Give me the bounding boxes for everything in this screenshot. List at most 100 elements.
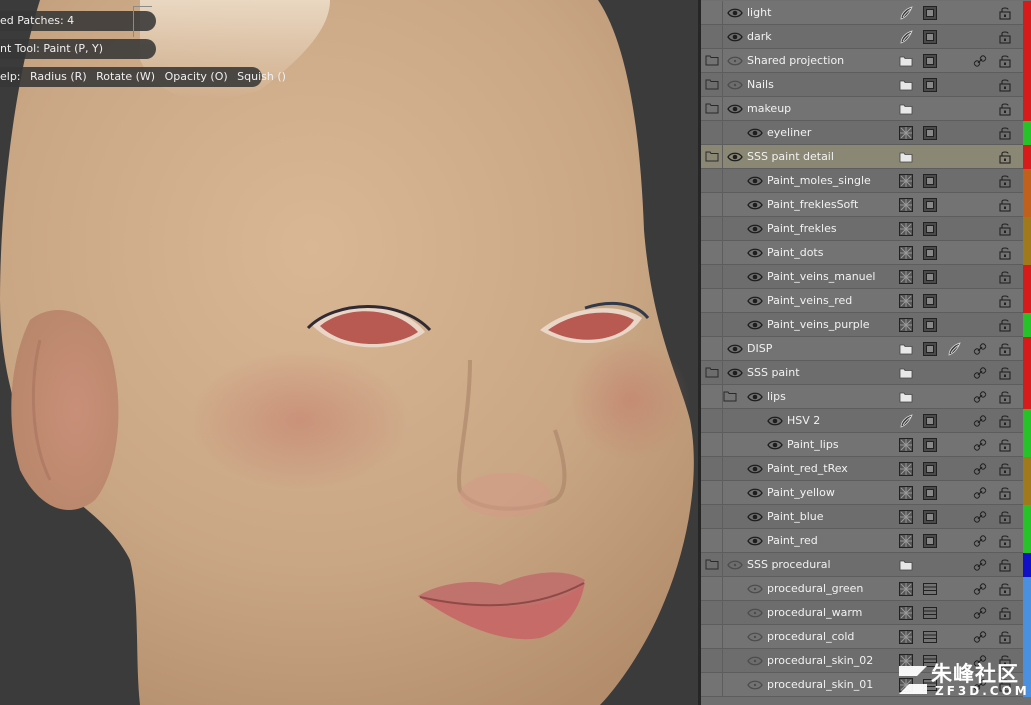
- brush-icon[interactable]: [899, 6, 913, 20]
- layer-row[interactable]: Paint_yellow: [701, 481, 1031, 505]
- layer-row[interactable]: procedural_green: [701, 577, 1031, 601]
- layer-row[interactable]: Paint_lips: [701, 433, 1031, 457]
- visibility-eye-icon[interactable]: [747, 319, 763, 331]
- layer-name[interactable]: Nails: [747, 73, 774, 97]
- folder-icon[interactable]: [899, 150, 913, 164]
- layer-row[interactable]: Shared projection: [701, 49, 1031, 73]
- layer-mask-icon[interactable]: [923, 342, 937, 356]
- link-icon[interactable]: [973, 366, 987, 380]
- layer-row[interactable]: Nails: [701, 73, 1031, 97]
- visibility-eye-icon[interactable]: [747, 487, 763, 499]
- link-icon[interactable]: [973, 486, 987, 500]
- fill-texture-icon[interactable]: [899, 630, 913, 644]
- lock-icon[interactable]: [998, 78, 1012, 92]
- fill-texture-icon[interactable]: [899, 222, 913, 236]
- lock-icon[interactable]: [998, 198, 1012, 212]
- lock-icon[interactable]: [998, 342, 1012, 356]
- fill-texture-icon[interactable]: [899, 126, 913, 140]
- group-folder-icon[interactable]: [705, 367, 719, 378]
- group-folder-icon[interactable]: [723, 391, 737, 402]
- layer-row[interactable]: Paint_veins_manuel: [701, 265, 1031, 289]
- link-icon[interactable]: [973, 582, 987, 596]
- brush-icon[interactable]: [947, 342, 961, 356]
- visibility-eye-icon[interactable]: [747, 391, 763, 403]
- folder-icon[interactable]: [899, 366, 913, 380]
- layer-row[interactable]: light: [701, 1, 1031, 25]
- visibility-eye-icon[interactable]: [727, 31, 743, 43]
- visibility-eye-icon[interactable]: [727, 367, 743, 379]
- link-icon[interactable]: [973, 462, 987, 476]
- visibility-eye-icon[interactable]: [747, 511, 763, 523]
- visibility-eye-icon[interactable]: [767, 439, 783, 451]
- visibility-eye-icon[interactable]: [747, 175, 763, 187]
- visibility-eye-icon[interactable]: [747, 463, 763, 475]
- fill-texture-icon[interactable]: [899, 534, 913, 548]
- folder-icon[interactable]: [899, 78, 913, 92]
- layer-name[interactable]: Paint_dots: [767, 241, 823, 265]
- layer-name[interactable]: Paint_moles_single: [767, 169, 871, 193]
- layer-row[interactable]: Paint_moles_single: [701, 169, 1031, 193]
- visibility-eye-icon[interactable]: [727, 7, 743, 19]
- lock-icon[interactable]: [998, 510, 1012, 524]
- layer-name[interactable]: HSV 2: [787, 409, 820, 433]
- group-folder-icon[interactable]: [705, 103, 719, 114]
- layer-name[interactable]: Paint_veins_manuel: [767, 265, 875, 289]
- layer-name[interactable]: SSS paint detail: [747, 145, 834, 169]
- layer-name[interactable]: SSS paint: [747, 361, 800, 385]
- lock-icon[interactable]: [998, 366, 1012, 380]
- link-icon[interactable]: [973, 630, 987, 644]
- fill-texture-icon[interactable]: [899, 486, 913, 500]
- visibility-eye-icon[interactable]: [727, 79, 743, 91]
- lock-icon[interactable]: [998, 630, 1012, 644]
- link-icon[interactable]: [973, 438, 987, 452]
- layer-row[interactable]: lips: [701, 385, 1031, 409]
- layer-mask-icon[interactable]: [923, 174, 937, 188]
- layer-name[interactable]: procedural_green: [767, 577, 863, 601]
- layer-mask-icon[interactable]: [923, 510, 937, 524]
- procedural-icon[interactable]: [923, 582, 937, 596]
- layer-name[interactable]: procedural_skin_02: [767, 649, 873, 673]
- layer-mask-icon[interactable]: [923, 78, 937, 92]
- layer-row[interactable]: SSS paint detail: [701, 145, 1031, 169]
- visibility-eye-icon[interactable]: [727, 151, 743, 163]
- lock-icon[interactable]: [998, 606, 1012, 620]
- link-icon[interactable]: [973, 342, 987, 356]
- visibility-eye-icon[interactable]: [747, 583, 763, 595]
- fill-texture-icon[interactable]: [899, 198, 913, 212]
- layer-mask-icon[interactable]: [923, 246, 937, 260]
- folder-icon[interactable]: [899, 390, 913, 404]
- layer-mask-icon[interactable]: [923, 414, 937, 428]
- fill-texture-icon[interactable]: [899, 510, 913, 524]
- layer-name[interactable]: Paint_red: [767, 529, 818, 553]
- visibility-eye-icon[interactable]: [727, 343, 743, 355]
- lock-icon[interactable]: [998, 582, 1012, 596]
- lock-icon[interactable]: [998, 438, 1012, 452]
- layer-mask-icon[interactable]: [923, 318, 937, 332]
- visibility-eye-icon[interactable]: [727, 559, 743, 571]
- fill-texture-icon[interactable]: [899, 246, 913, 260]
- link-icon[interactable]: [973, 510, 987, 524]
- layer-row[interactable]: Paint_blue: [701, 505, 1031, 529]
- lock-icon[interactable]: [998, 126, 1012, 140]
- group-folder-icon[interactable]: [705, 151, 719, 162]
- fill-texture-icon[interactable]: [899, 462, 913, 476]
- lock-icon[interactable]: [998, 150, 1012, 164]
- lock-icon[interactable]: [998, 558, 1012, 572]
- visibility-eye-icon[interactable]: [747, 655, 763, 667]
- layer-mask-icon[interactable]: [923, 462, 937, 476]
- layer-name[interactable]: Paint_yellow: [767, 481, 835, 505]
- fill-texture-icon[interactable]: [899, 318, 913, 332]
- layer-row[interactable]: procedural_cold: [701, 625, 1031, 649]
- group-folder-icon[interactable]: [705, 559, 719, 570]
- layer-row[interactable]: Paint_veins_purple: [701, 313, 1031, 337]
- lock-icon[interactable]: [998, 102, 1012, 116]
- brush-icon[interactable]: [899, 30, 913, 44]
- lock-icon[interactable]: [998, 294, 1012, 308]
- layer-mask-icon[interactable]: [923, 294, 937, 308]
- visibility-eye-icon[interactable]: [747, 607, 763, 619]
- lock-icon[interactable]: [998, 6, 1012, 20]
- layer-mask-icon[interactable]: [923, 54, 937, 68]
- layer-name[interactable]: procedural_skin_01: [767, 673, 873, 697]
- layer-name[interactable]: Paint_frekles: [767, 217, 837, 241]
- lock-icon[interactable]: [998, 318, 1012, 332]
